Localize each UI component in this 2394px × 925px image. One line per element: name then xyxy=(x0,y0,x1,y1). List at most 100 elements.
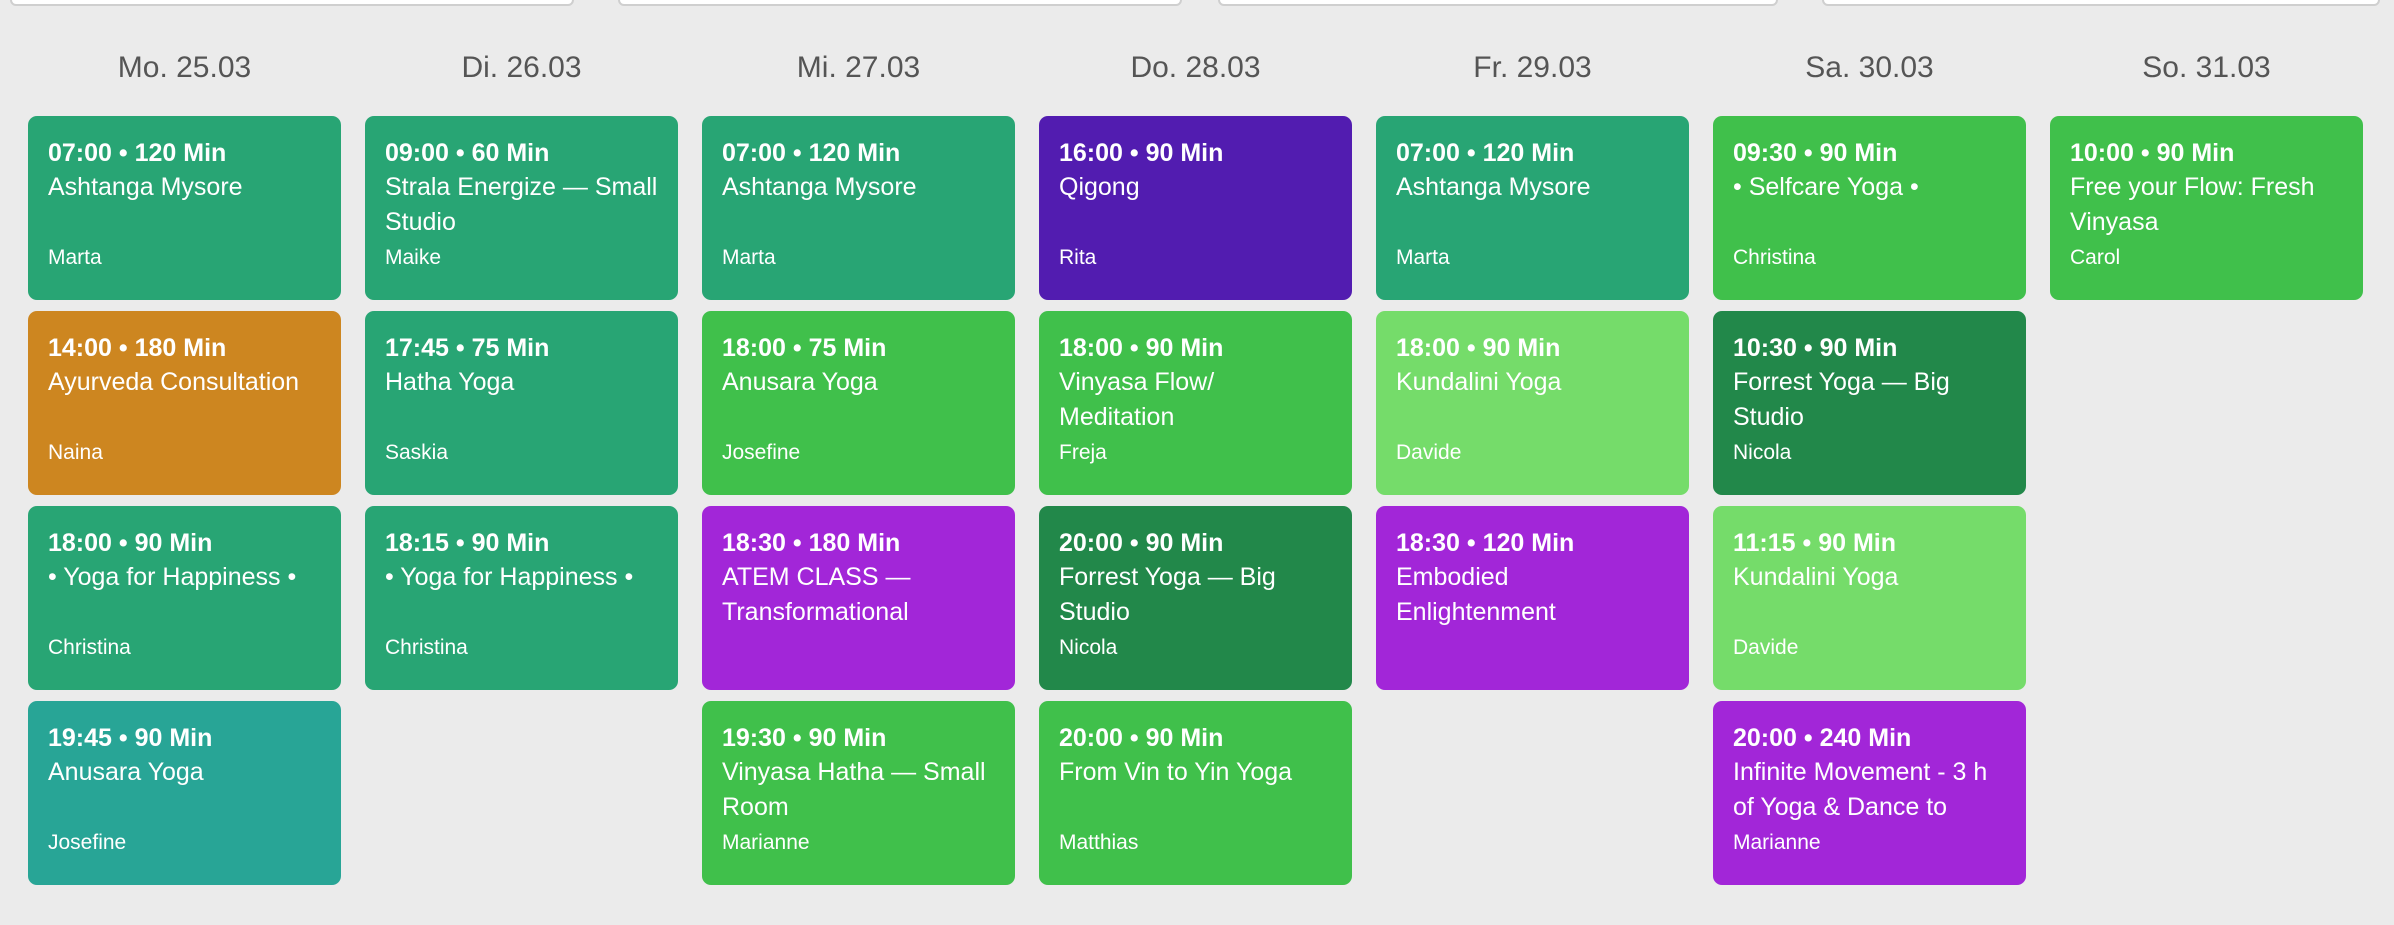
class-card[interactable]: 07:00 • 120 Min Ashtanga Mysore Marta xyxy=(1376,116,1689,300)
class-time: 20:00 • 240 Min xyxy=(1733,724,1912,752)
class-card[interactable]: 19:45 • 90 Min Anusara Yoga Josefine xyxy=(28,701,341,885)
class-card[interactable]: 14:00 • 180 Min Ayurveda Consultation Nain… xyxy=(28,311,341,495)
class-time: 09:00 • 60 Min xyxy=(385,139,550,167)
class-card[interactable]: 16:00 • 90 Min Qigong Rita xyxy=(1039,116,1352,300)
class-time: 10:30 • 90 Min xyxy=(1733,334,1898,362)
class-title: Infinite Movement - 3 h of Yoga & Dance … xyxy=(1733,758,1988,821)
class-card[interactable]: 07:00 • 120 Min Ashtanga Mysore Marta xyxy=(702,116,1015,300)
class-teacher: Nicola xyxy=(1059,636,1118,659)
class-title: Forrest Yoga — Big Studio xyxy=(1733,368,1950,431)
class-time: 11:15 • 90 Min xyxy=(1733,529,1897,557)
class-teacher: Marta xyxy=(48,246,102,269)
class-title: ATEM CLASS — Transformational xyxy=(722,563,911,626)
filter-dropdown-1[interactable] xyxy=(10,0,574,6)
class-title: • Yoga for Happiness • xyxy=(48,563,297,591)
class-title: Ayurveda Consultation xyxy=(48,368,300,396)
class-title: Ashtanga Mysore xyxy=(722,173,917,201)
class-list: 07:00 • 120 Min Ashtanga Mysore Marta 14:00… xyxy=(28,116,341,885)
filter-dropdown-2[interactable] xyxy=(618,0,1182,6)
class-teacher: Marianne xyxy=(1733,831,1821,854)
class-title: Ashtanga Mysore xyxy=(1396,173,1591,201)
class-card[interactable]: 18:15 • 90 Min • Yoga for Happiness • Chri… xyxy=(365,506,678,690)
class-card[interactable]: 18:00 • 90 Min Vinyasa Flow/ Meditation Fr… xyxy=(1039,311,1352,495)
class-time: 18:00 • 75 Min xyxy=(722,334,887,362)
class-title: Vinyasa Hatha — Small Room xyxy=(722,758,986,821)
class-time: 09:30 • 90 Min xyxy=(1733,139,1898,167)
class-title: • Selfcare Yoga • xyxy=(1733,173,1919,201)
class-time: 16:00 • 90 Min xyxy=(1059,139,1224,167)
day-header: So. 31.03 xyxy=(2142,51,2271,84)
class-title: From Vin to Yin Yoga xyxy=(1059,758,1293,786)
class-title: Kundalini Yoga xyxy=(1396,368,1562,396)
class-card[interactable]: 20:00 • 240 Min Infinite Movement - 3 h o… xyxy=(1713,701,2026,885)
class-title: Anusara Yoga xyxy=(722,368,878,396)
class-card[interactable]: 10:30 • 90 Min Forrest Yoga — Big Studio N… xyxy=(1713,311,2026,495)
class-card[interactable]: 09:30 • 90 Min • Selfcare Yoga • Christina xyxy=(1713,116,2026,300)
class-time: 10:00 • 90 Min xyxy=(2070,139,2235,167)
day-column: Di. 26.03 09:00 • 60 Min Strala Energize —… xyxy=(365,40,678,885)
class-time: 20:00 • 90 Min xyxy=(1059,724,1224,752)
class-card[interactable]: 18:30 • 180 Min ATEM CLASS — Transformati… xyxy=(702,506,1015,690)
class-teacher: Davide xyxy=(1733,636,1799,659)
class-card[interactable]: 17:45 • 75 Min Hatha Yoga Saskia xyxy=(365,311,678,495)
class-teacher: Marta xyxy=(1396,246,1450,269)
class-card[interactable]: 19:30 • 90 Min Vinyasa Hatha — Small Room… xyxy=(702,701,1015,885)
class-card[interactable]: 18:00 • 90 Min • Yoga for Happiness • Chri… xyxy=(28,506,341,690)
class-teacher: Christina xyxy=(385,636,468,659)
day-header: Fr. 29.03 xyxy=(1473,51,1592,84)
class-teacher: Matthias xyxy=(1059,831,1139,854)
day-header: Do. 28.03 xyxy=(1130,51,1261,84)
class-card[interactable]: 20:00 • 90 Min From Vin to Yin Yoga Matthi… xyxy=(1039,701,1352,885)
class-list: 09:00 • 60 Min Strala Energize — Small St… xyxy=(365,116,678,690)
class-title: Hatha Yoga xyxy=(385,368,515,396)
class-teacher: Marta xyxy=(722,246,776,269)
day-column: Fr. 29.03 07:00 • 120 Min Ashtanga Mysore M… xyxy=(1376,40,1689,885)
class-time: 20:00 • 90 Min xyxy=(1059,529,1224,557)
filter-dropdown-4[interactable] xyxy=(1822,0,2380,6)
class-card[interactable]: 10:00 • 90 Min Free your Flow: Fresh Viny… xyxy=(2050,116,2363,300)
class-list: 07:00 • 120 Min Ashtanga Mysore Marta 18:00… xyxy=(1376,116,1689,690)
class-card[interactable]: 20:00 • 90 Min Forrest Yoga — Big Studio N… xyxy=(1039,506,1352,690)
class-teacher: Saskia xyxy=(385,441,449,464)
class-card[interactable]: 09:00 • 60 Min Strala Energize — Small St… xyxy=(365,116,678,300)
class-title: Qigong xyxy=(1059,173,1140,201)
class-teacher: Marianne xyxy=(722,831,810,854)
class-teacher: Christina xyxy=(1733,246,1816,269)
day-column: Mo. 25.03 07:00 • 120 Min Ashtanga Mysore M… xyxy=(28,40,341,885)
class-time: 19:45 • 90 Min xyxy=(48,724,213,752)
class-list: 07:00 • 120 Min Ashtanga Mysore Marta 18:00… xyxy=(702,116,1015,885)
day-column: Mi. 27.03 07:00 • 120 Min Ashtanga Mysore M… xyxy=(702,40,1015,885)
class-title: Vinyasa Flow/ Meditation xyxy=(1059,368,1215,431)
class-time: 18:30 • 180 Min xyxy=(722,529,901,557)
class-card[interactable]: 18:00 • 75 Min Anusara Yoga Josefine xyxy=(702,311,1015,495)
class-card[interactable]: 11:15 • 90 Min Kundalini Yoga Davide xyxy=(1713,506,2026,690)
class-list: 09:30 • 90 Min • Selfcare Yoga • Christina… xyxy=(1713,116,2026,885)
weekly-schedule: Mo. 25.03 07:00 • 120 Min Ashtanga Mysore M… xyxy=(28,40,2363,885)
class-title: Anusara Yoga xyxy=(48,758,204,786)
class-time: 17:45 • 75 Min xyxy=(385,334,550,362)
class-title: Forrest Yoga — Big Studio xyxy=(1059,563,1276,626)
class-teacher: Rita xyxy=(1059,246,1097,269)
class-teacher: Carol xyxy=(2070,246,2121,269)
class-list: 16:00 • 90 Min Qigong Rita 18:00 • 90 Min Vi… xyxy=(1039,116,1352,885)
class-card[interactable]: 18:00 • 90 Min Kundalini Yoga Davide xyxy=(1376,311,1689,495)
class-title: Free your Flow: Fresh Vinyasa xyxy=(2070,173,2315,236)
day-header: Sa. 30.03 xyxy=(1805,51,1934,84)
class-time: 19:30 • 90 Min xyxy=(722,724,887,752)
day-column: Sa. 30.03 09:30 • 90 Min • Selfcare Yoga •… xyxy=(1713,40,2026,885)
day-header: Mi. 27.03 xyxy=(796,51,921,84)
class-time: 18:00 • 90 Min xyxy=(48,529,213,557)
class-teacher: Davide xyxy=(1396,441,1462,464)
class-time: 14:00 • 180 Min xyxy=(48,334,227,362)
filter-bar xyxy=(0,0,2394,8)
filter-dropdown-3[interactable] xyxy=(1218,0,1778,6)
class-time: 18:00 • 90 Min xyxy=(1396,334,1561,362)
class-teacher: Maike xyxy=(385,246,442,269)
class-title: Kundalini Yoga xyxy=(1733,563,1899,591)
class-card[interactable]: 07:00 • 120 Min Ashtanga Mysore Marta xyxy=(28,116,341,300)
class-teacher: Nicola xyxy=(1733,441,1792,464)
class-card[interactable]: 18:30 • 120 Min Embodied Enlightenment xyxy=(1376,506,1689,690)
class-time: 18:00 • 90 Min xyxy=(1059,334,1224,362)
class-title: • Yoga for Happiness • xyxy=(385,563,634,591)
class-title: Ashtanga Mysore xyxy=(48,173,243,201)
